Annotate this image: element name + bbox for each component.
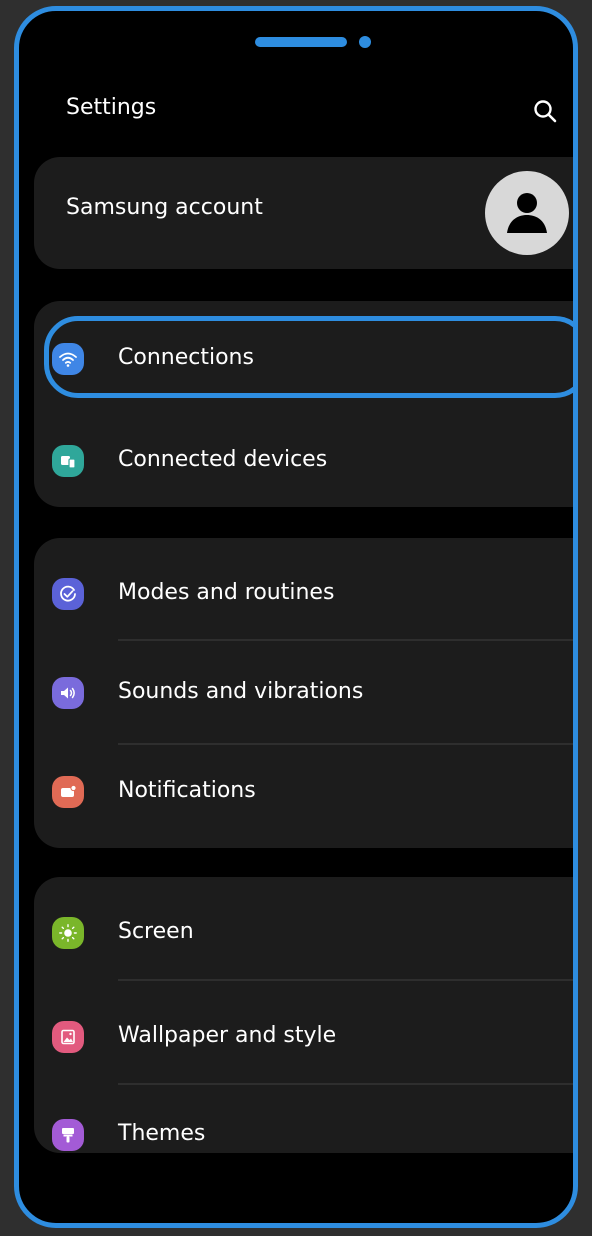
sun-icon — [52, 917, 84, 949]
check-circle-icon — [52, 578, 84, 610]
settings-group-modes: Modes and routines Sounds and vibrations — [34, 538, 573, 848]
divider — [118, 743, 573, 745]
settings-item-notifications[interactable]: Notifications — [34, 756, 573, 828]
brush-icon — [52, 1119, 84, 1151]
settings-item-label: Connections — [118, 345, 254, 370]
divider — [118, 639, 573, 641]
settings-item-screen[interactable]: Screen — [34, 897, 573, 969]
phone-frame: Settings Samsung account Connections Con… — [14, 6, 578, 1228]
image-icon — [52, 1021, 84, 1053]
settings-item-label: Modes and routines — [118, 580, 335, 605]
divider — [118, 979, 573, 981]
settings-item-modes-and-routines[interactable]: Modes and routines — [34, 558, 573, 630]
divider — [118, 1083, 573, 1085]
settings-item-themes[interactable]: Themes — [34, 1099, 573, 1171]
speaker-icon — [52, 677, 84, 709]
samsung-account-label: Samsung account — [66, 195, 263, 220]
settings-group-display: Screen Wallpaper and style Themes — [34, 877, 573, 1153]
settings-group-connections: Connections Connected devices — [34, 301, 573, 507]
status-indicator-bar — [255, 37, 347, 47]
settings-item-label: Sounds and vibrations — [118, 679, 364, 704]
settings-item-label: Connected devices — [118, 447, 328, 472]
page-title: Settings — [66, 95, 157, 120]
settings-item-connections[interactable]: Connections — [34, 323, 573, 395]
settings-item-connected-devices[interactable]: Connected devices — [34, 425, 573, 497]
wifi-icon — [52, 343, 84, 375]
settings-item-label: Screen — [118, 919, 194, 944]
person-icon — [485, 171, 569, 255]
settings-item-label: Themes — [118, 1121, 206, 1146]
settings-item-sounds-and-vibrations[interactable]: Sounds and vibrations — [34, 657, 573, 729]
settings-item-label: Notifications — [118, 778, 256, 803]
settings-item-wallpaper-and-style[interactable]: Wallpaper and style — [34, 1001, 573, 1073]
samsung-account-card[interactable]: Samsung account — [34, 157, 573, 269]
notification-icon — [52, 776, 84, 808]
settings-item-label: Wallpaper and style — [118, 1023, 337, 1048]
status-indicator-dot — [359, 36, 371, 48]
devices-icon — [52, 445, 84, 477]
search-icon[interactable] — [532, 98, 558, 124]
